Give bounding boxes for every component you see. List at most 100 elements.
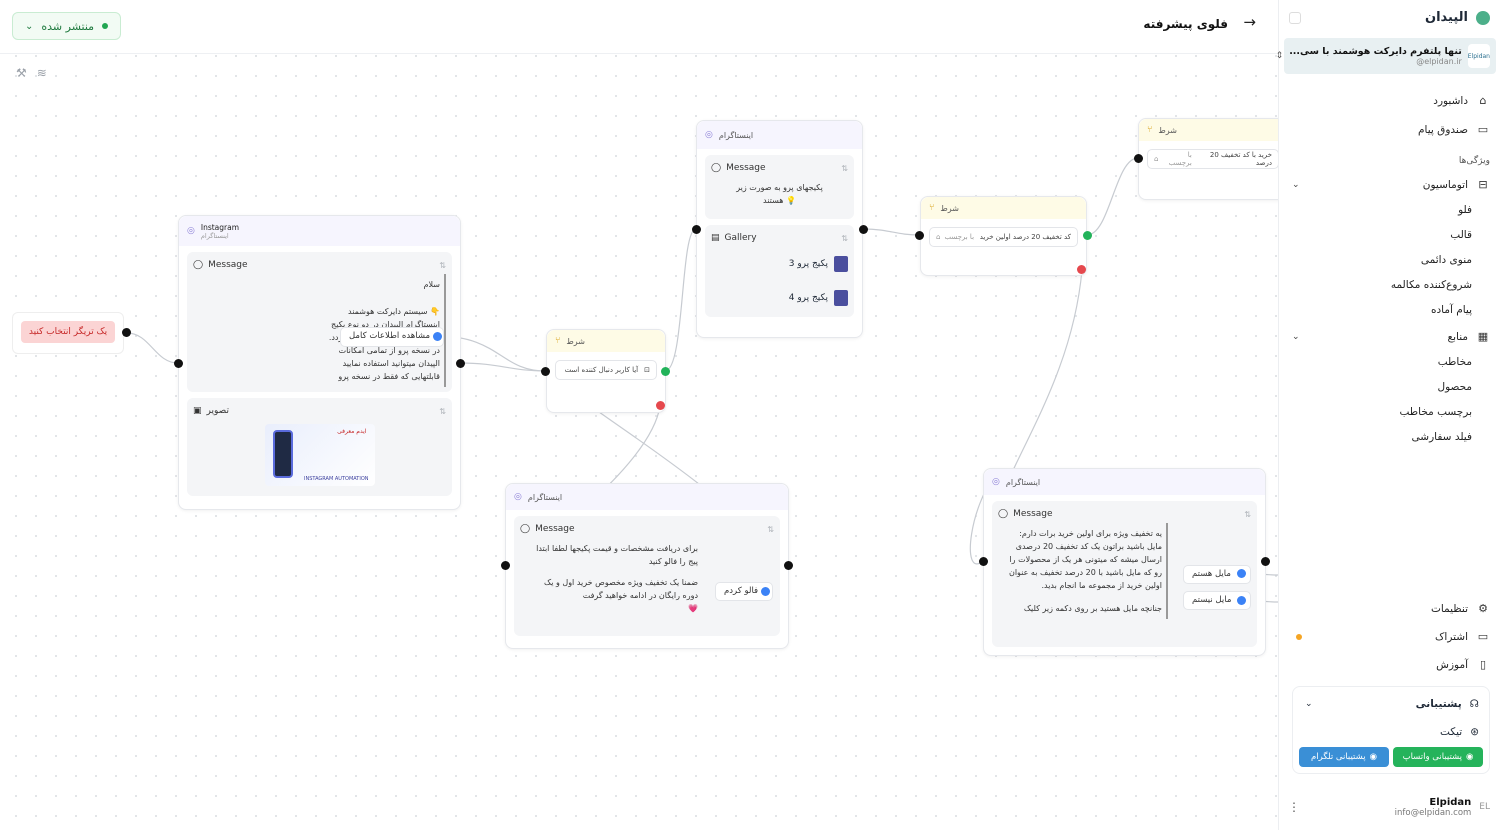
message-label: Message xyxy=(1013,509,1053,519)
support-header[interactable]: ☊ پشتیبانی ⌄ xyxy=(1293,687,1489,721)
cond1-true-port[interactable] xyxy=(661,367,670,376)
nav-resources[interactable]: ▦ منابع ⌄ xyxy=(1278,324,1500,349)
condition-node-2[interactable]: ⑂ شرط کد تخفیف 20 درصد اولین خرید با برچسب… xyxy=(920,196,1087,276)
message-block[interactable]: ◯ Message ⇅ سلام 👇 سیستم دایرکت هوشمند این… xyxy=(187,252,452,392)
nav-flow[interactable]: فلو xyxy=(1278,197,1500,222)
cond1-in-port[interactable] xyxy=(541,367,550,376)
ig2-in-port[interactable] xyxy=(692,225,701,234)
condition-node-3[interactable]: ⑂ شرط خرید با کد تخفیف 20 درصد با برچسب ⌂ xyxy=(1138,118,1278,200)
node-title: شرط xyxy=(566,336,585,346)
message-text: برای دریافت مشخصات و قیمت پکیجها لطفا اب… xyxy=(536,544,698,613)
ig1-out-port[interactable] xyxy=(456,359,465,368)
flow-canvas[interactable]: یک تریگر انتخاب کنید ◎ Instagram اینستاگ… xyxy=(0,0,1278,830)
inbox-icon: ▭ xyxy=(1477,123,1489,136)
condition-rule[interactable]: خرید با کد تخفیف 20 درصد با برچسب ⌂ xyxy=(1147,149,1278,169)
support-ticket[interactable]: ⊛ تیکت xyxy=(1293,721,1489,743)
gallery-item[interactable]: پکیج پرو 4 xyxy=(711,281,848,315)
trigger-label[interactable]: یک تریگر انتخاب کنید xyxy=(21,321,115,343)
button-full-info[interactable]: مشاهده اطلاعات کامل xyxy=(340,327,444,347)
sort-icon[interactable]: ⇅ xyxy=(767,525,774,534)
whatsapp-support-button[interactable]: ◉ پشتیبانی واتساپ xyxy=(1393,747,1483,767)
sort-icon[interactable]: ⇅ xyxy=(439,407,446,416)
trigger-node[interactable]: یک تریگر انتخاب کنید xyxy=(12,312,124,354)
robot-icon: ⊟ xyxy=(1478,178,1488,191)
cond3-in-port[interactable] xyxy=(1134,154,1143,163)
button-port[interactable] xyxy=(1237,596,1246,605)
node-title: Instagram xyxy=(200,222,240,232)
back-arrow-icon[interactable]: → xyxy=(1243,13,1256,31)
instagram-node-4[interactable]: ◎ اینستاگرام ◯ Message ⇅ یه تخفیف ویژه برای… xyxy=(983,468,1266,656)
headset-icon: ☊ xyxy=(1469,698,1479,710)
gallery-item[interactable]: پکیج پرو 3 xyxy=(711,247,848,281)
cond2-true-port[interactable] xyxy=(1083,231,1092,240)
cond2-false-port[interactable] xyxy=(1077,265,1086,274)
sort-icon[interactable]: ⇅ xyxy=(439,261,446,270)
workspace-name: تنها پلتفرم دایرکت هوشمند با سی... xyxy=(1289,46,1462,57)
button-port[interactable] xyxy=(1237,569,1246,578)
nav-quick-reply[interactable]: پیام آماده xyxy=(1278,297,1500,322)
brand[interactable]: الپیدان xyxy=(1425,10,1490,25)
layers-icon[interactable]: ≋ xyxy=(37,66,47,80)
instagram-node-3[interactable]: ◎ اینستاگرام ◯ Message ⇅ برای دریافت مشخصات… xyxy=(505,483,789,649)
edge-cond1-ig2 xyxy=(664,228,697,372)
nav-settings[interactable]: ⚙ تنظیمات xyxy=(1278,596,1500,621)
ig1-in-port[interactable] xyxy=(174,359,183,368)
gallery-block[interactable]: ▤ Gallery ⇅ پکیج پرو 3 پکیج پرو 4 xyxy=(705,225,854,317)
ig3-in-port[interactable] xyxy=(501,561,510,570)
image-block[interactable]: ▣ تصویر ⇅ ایدم معرفی INSTAGRAM AUTOMATION xyxy=(187,398,452,496)
nav-product[interactable]: محصول xyxy=(1278,374,1500,399)
message-text: پکیجهای پرو به صورت زیر 💡 هستند xyxy=(736,183,823,205)
trigger-out-port[interactable] xyxy=(122,328,131,337)
message-icon: ◯ xyxy=(193,260,204,270)
ig2-out-port[interactable] xyxy=(859,225,868,234)
nav-custom-field[interactable]: فیلد سفارشی xyxy=(1278,424,1500,449)
condition-node-1[interactable]: ⑂ شرط ⊡ آیا کاربر دنبال کننده است xyxy=(546,329,666,413)
nav-template[interactable]: قالب xyxy=(1278,222,1500,247)
nav-contact-tag[interactable]: برچسب مخاطب xyxy=(1278,399,1500,424)
condition-rule[interactable]: ⊡ آیا کاربر دنبال کننده است xyxy=(555,360,657,380)
cond1-false-port[interactable] xyxy=(656,401,665,410)
nav-conversation-starter[interactable]: شروع‌کننده مکالمه xyxy=(1278,272,1500,297)
user-profile[interactable]: EL Elpidan info@elpidan.com ⋮ xyxy=(1288,794,1490,820)
collapse-sidebar-icon[interactable] xyxy=(1289,12,1301,24)
wand-icon[interactable]: ⚒ xyxy=(16,66,27,80)
condition-rule[interactable]: کد تخفیف 20 درصد اولین خرید با برچسب ⌂ xyxy=(929,227,1078,247)
nav-automation[interactable]: ⊟ اتوماسیون ⌄ xyxy=(1278,172,1500,197)
grid-icon: ▦ xyxy=(1477,330,1489,343)
features-label: ویژگی‌ها xyxy=(1458,156,1490,166)
nav-persistent-menu[interactable]: منوی دائمی xyxy=(1278,247,1500,272)
node-header: ⑂ شرط xyxy=(547,330,665,352)
node-header: ◎ اینستاگرام xyxy=(697,121,862,149)
ig4-out-port[interactable] xyxy=(1261,557,1270,566)
node-header: ⑂ شرط xyxy=(921,197,1086,219)
telegram-support-button[interactable]: ◉ پشتیبانی تلگرام xyxy=(1299,747,1389,767)
workspace-switcher[interactable]: Elpidan تنها پلتفرم دایرکت هوشمند با سی.… xyxy=(1276,38,1496,74)
nav-inbox[interactable]: ▭ صندوق پیام xyxy=(1278,117,1500,142)
image-icon: ▣ xyxy=(193,406,202,416)
instagram-icon: ◎ xyxy=(705,130,713,140)
nav-contact[interactable]: مخاطب xyxy=(1278,349,1500,374)
sort-icon[interactable]: ⇅ xyxy=(841,234,848,243)
canvas-tools: ⚒ ≋ xyxy=(16,66,47,80)
chevron-down-icon: ⌄ xyxy=(1292,331,1300,342)
nav-subscription[interactable]: ▭ اشتراک xyxy=(1278,624,1500,649)
chevron-down-icon: ⌄ xyxy=(25,20,34,32)
ig4-in-port[interactable] xyxy=(979,557,988,566)
cond2-in-port[interactable] xyxy=(915,231,924,240)
nav-learning[interactable]: ▯ آموزش xyxy=(1278,652,1500,677)
sort-icon[interactable]: ⇅ xyxy=(841,164,848,173)
sort-icon[interactable]: ⇅ xyxy=(1244,510,1251,519)
node-title: اینستاگرام xyxy=(1005,477,1041,487)
gallery-icon: ▤ xyxy=(711,233,720,243)
more-options-icon[interactable]: ⋮ xyxy=(1288,800,1300,814)
message-block[interactable]: ◯ Message ⇅ برای دریافت مشخصات و قیمت پکیج… xyxy=(514,516,780,636)
instagram-node-2[interactable]: ◎ اینستاگرام ◯ Message ⇅ پکیجهای پرو به صور… xyxy=(696,120,863,338)
message-block[interactable]: ◯ Message ⇅ پکیجهای پرو به صورت زیر 💡 هستن… xyxy=(705,155,854,219)
button-port[interactable] xyxy=(433,332,442,341)
button-port[interactable] xyxy=(761,587,770,596)
instagram-node-1[interactable]: ◎ Instagram اینستاگرام ◯ Message ⇅ سلام 👇 … xyxy=(178,215,461,510)
ig3-out-port[interactable] xyxy=(784,561,793,570)
nav-dashboard[interactable]: ⌂ داشبورد xyxy=(1278,88,1500,113)
flow-topbar: ⌄ منتشر شده فلوی پیشرفته → xyxy=(0,0,1278,54)
publish-status-button[interactable]: ⌄ منتشر شده xyxy=(12,12,122,40)
